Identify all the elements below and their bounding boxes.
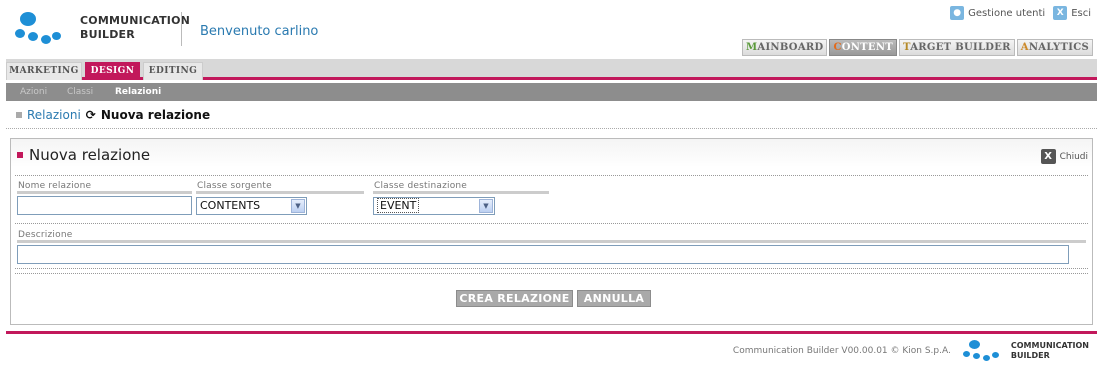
breadcrumb-current: Nuova relazione (100, 108, 211, 122)
sub-nav: Azioni Classi Relazioni (6, 83, 1097, 101)
subtab-azioni[interactable]: Azioni (20, 87, 47, 97)
close-button[interactable]: X Chiudi (1040, 149, 1088, 164)
main-nav: MARKETING DESIGN EDITING (6, 59, 1097, 80)
chevron-down-icon[interactable]: ▼ (479, 199, 493, 213)
source-class-label: Classe sorgente (197, 181, 272, 191)
label-underline (17, 240, 1086, 243)
target-class-select[interactable]: EVENT ▼ (373, 197, 495, 215)
cancel-button[interactable]: ANNULLA (577, 290, 651, 307)
chevron-down-icon[interactable]: ▼ (291, 199, 305, 213)
logout-icon[interactable]: X (1053, 6, 1068, 20)
footer-logo-line2: BUILDER (1010, 351, 1050, 360)
tab-content[interactable]: CONTENT (829, 39, 898, 56)
tab-target-builder[interactable]: TARGET BUILDER (899, 39, 1015, 56)
create-relation-button[interactable]: CREA RELAZIONE (456, 290, 573, 307)
subtab-classi[interactable]: Classi (67, 87, 93, 97)
footer-logo-mark (961, 340, 1005, 362)
divider (15, 175, 1088, 176)
source-class-value: CONTENTS (200, 199, 261, 212)
footer-copyright: Communication Builder V00.00.01 © Kion S… (732, 346, 951, 356)
source-class-select[interactable]: CONTENTS ▼ (196, 197, 307, 215)
title-bullet-icon (17, 152, 23, 158)
tab-rest: AINBOARD (757, 42, 824, 53)
footer-logo-line1: COMMUNICATION (1010, 341, 1089, 350)
logo: COMMUNICATION BUILDER (14, 10, 190, 46)
target-class-label: Classe destinazione (374, 181, 468, 191)
tab-initial: M (746, 42, 758, 53)
tab-initial: C (833, 42, 842, 53)
target-class-value: EVENT (377, 198, 420, 213)
description-input[interactable] (17, 245, 1069, 264)
close-label[interactable]: Chiudi (1060, 152, 1088, 162)
description-label: Descrizione (18, 230, 73, 240)
logo-line1: COMMUNICATION (80, 14, 191, 27)
form-panel: Nuova relazione X Chiudi Nome relazione … (10, 138, 1093, 325)
divider (15, 268, 1088, 269)
footer-logo: COMMUNICATION BUILDER (961, 340, 1089, 362)
circular-arrow-icon: ⟳ (85, 108, 96, 122)
tab-marketing[interactable]: MARKETING (6, 62, 82, 80)
tab-rest: NALYTICS (1028, 42, 1089, 53)
tab-analytics[interactable]: ANALYTICS (1016, 39, 1093, 56)
tab-design[interactable]: DESIGN (85, 62, 140, 80)
divider (15, 273, 1088, 274)
tab-rest: ARGET BUILDER (910, 42, 1011, 53)
breadcrumb: Relazioni ⟳ Nuova relazione (16, 108, 210, 122)
footer: Communication Builder V00.00.01 © Kion S… (733, 340, 1089, 362)
tab-mainboard[interactable]: MAINBOARD (742, 39, 828, 56)
top-links: ● Gestione utenti X Esci (950, 6, 1091, 20)
footer-logo-text: COMMUNICATION BUILDER (1011, 341, 1089, 361)
divider (6, 128, 1097, 129)
breadcrumb-parent[interactable]: Relazioni (27, 108, 81, 122)
app-tabs: MAINBOARD CONTENT TARGET BUILDER ANALYTI… (742, 39, 1093, 56)
close-icon[interactable]: X (1040, 149, 1056, 164)
welcome-text: Benvenuto carlino (200, 24, 319, 39)
tab-initial: A (1020, 42, 1029, 53)
users-icon[interactable]: ● (950, 6, 965, 20)
label-underline (196, 191, 364, 194)
label-underline (17, 191, 192, 194)
breadcrumb-bullet-icon (16, 112, 22, 118)
label-underline (373, 191, 549, 194)
logout-link[interactable]: Esci (1071, 8, 1091, 19)
logo-line2: BUILDER (80, 28, 135, 41)
footer-divider (6, 331, 1097, 334)
subtab-relazioni[interactable]: Relazioni (115, 87, 161, 97)
name-label: Nome relazione (18, 181, 92, 191)
form-title: Nuova relazione (17, 146, 150, 164)
form-title-text: Nuova relazione (29, 146, 151, 164)
tab-editing[interactable]: EDITING (143, 62, 203, 80)
logo-separator (181, 12, 182, 46)
divider (15, 223, 1088, 224)
logo-text: COMMUNICATION BUILDER (80, 14, 190, 42)
name-input[interactable] (17, 196, 192, 215)
user-management-link[interactable]: Gestione utenti (968, 8, 1045, 19)
tab-rest: ONTENT (841, 42, 894, 53)
logo-mark (14, 10, 62, 46)
